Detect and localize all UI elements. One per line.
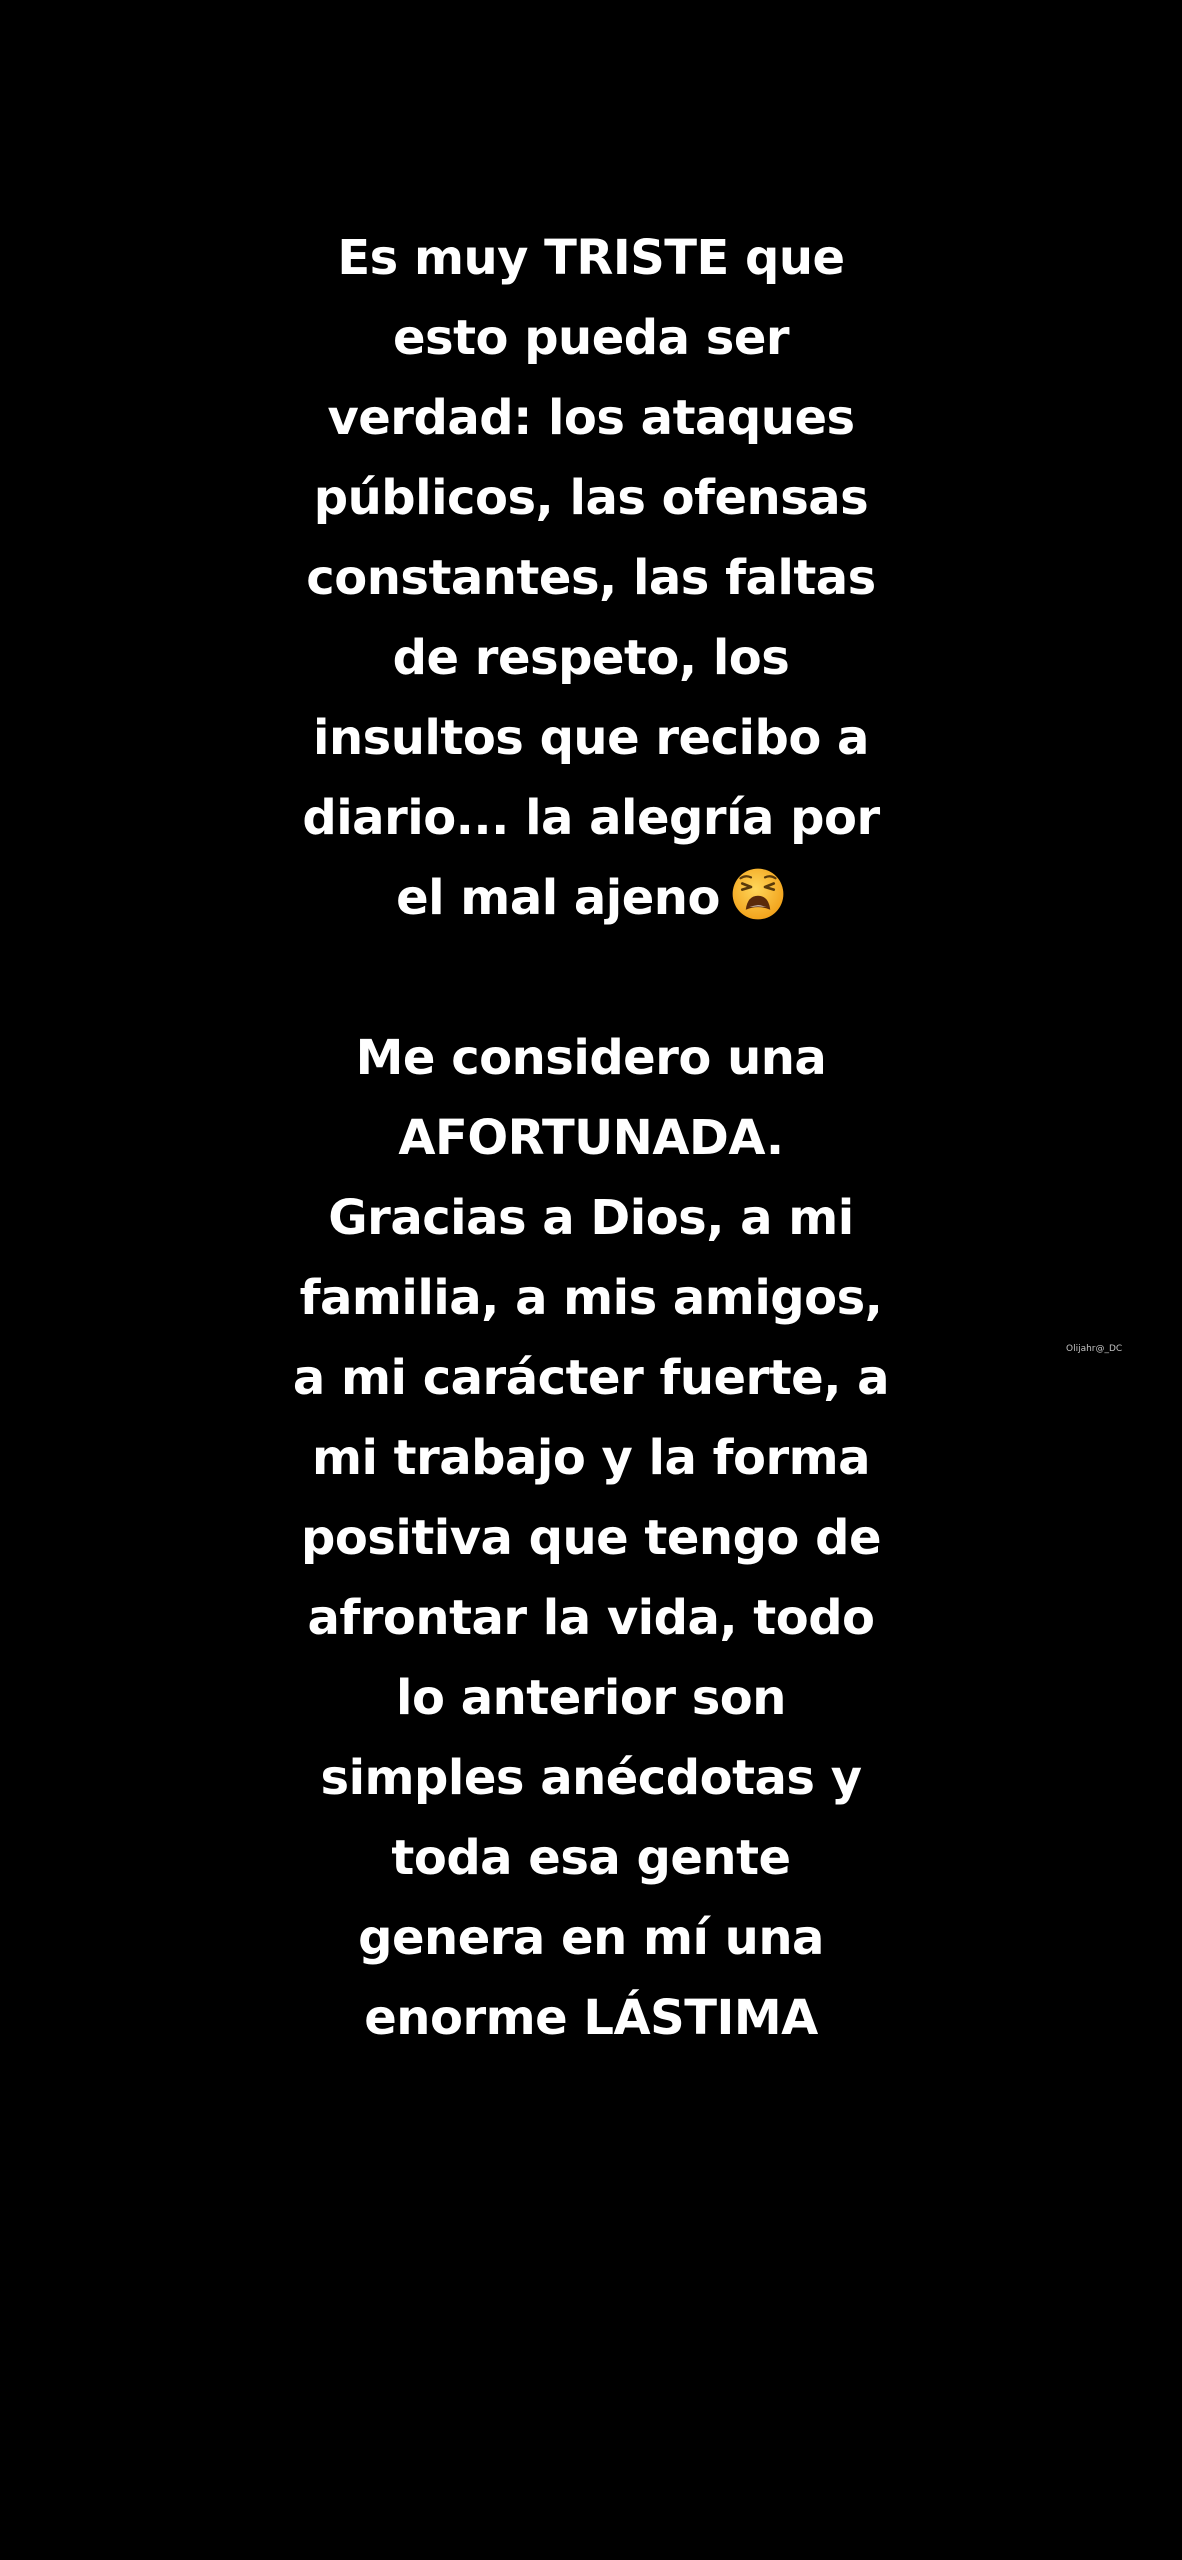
story-line: familia, a mis amigos, xyxy=(299,1270,883,1326)
story-line: Gracias a Dios, a mi xyxy=(328,1190,854,1246)
story-text: Es muy TRISTE que esto pueda ser verdad:… xyxy=(0,218,1182,2058)
weary-face-emoji-icon xyxy=(732,868,784,920)
story-line: positiva que tengo de xyxy=(300,1510,882,1566)
story-line: de respeto, los xyxy=(392,630,790,686)
story-canvas: Es muy TRISTE que esto pueda ser verdad:… xyxy=(0,0,1182,2560)
story-line: mi trabajo y la forma xyxy=(311,1430,871,1486)
story-line: verdad: los ataques xyxy=(327,390,855,446)
story-line: genera en mí una xyxy=(358,1910,824,1966)
story-line: a mi carácter fuerte, a xyxy=(292,1350,890,1406)
story-line: enorme LÁSTIMA xyxy=(364,1990,818,2046)
story-line-text: el mal ajeno xyxy=(396,870,720,926)
story-line: insultos que recibo a xyxy=(313,710,869,766)
story-line: simples anécdotas y xyxy=(320,1750,863,1806)
watermark-text: Olijahr@_DC xyxy=(1066,1344,1123,1354)
story-line: constantes, las faltas xyxy=(306,550,876,606)
story-line: públicos, las ofensas xyxy=(313,470,869,526)
story-line: afrontar la vida, todo xyxy=(307,1590,875,1646)
story-line-with-emoji: el mal ajeno xyxy=(0,858,1182,938)
story-line: diario... la alegría por xyxy=(302,790,880,846)
story-line: esto pueda ser xyxy=(392,310,790,366)
story-line: Es muy TRISTE que xyxy=(337,230,845,286)
story-line: toda esa gente xyxy=(391,1830,791,1886)
story-line: lo anterior son xyxy=(396,1670,786,1726)
story-line: AFORTUNADA. xyxy=(398,1110,784,1166)
story-line: Me considero una xyxy=(355,1030,827,1086)
